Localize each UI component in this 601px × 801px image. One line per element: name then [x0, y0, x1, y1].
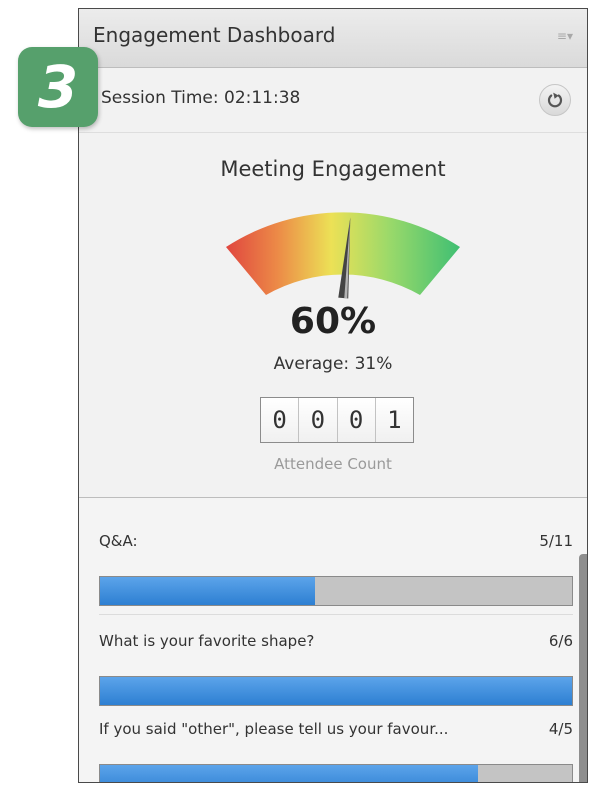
poll-list: Q&A: 5/11 What is your favorite shape? 6… — [79, 497, 587, 782]
session-time: Session Time: 02:11:38 — [101, 88, 301, 108]
counter-digit: 0 — [299, 398, 338, 442]
session-row: Session Time: 02:11:38 — [79, 68, 587, 133]
attendee-counter: 0 0 0 1 — [260, 397, 414, 443]
progress-bar — [99, 676, 573, 706]
menu-lines-icon[interactable]: ≡▾ — [557, 29, 573, 43]
panel-title: Engagement Dashboard — [93, 23, 336, 47]
meeting-engagement-title: Meeting Engagement — [220, 157, 446, 181]
engagement-percent: 60% — [289, 301, 377, 342]
refresh-button[interactable] — [539, 84, 571, 116]
item-name: What is your favorite shape? — [99, 632, 315, 650]
item-value: 6/6 — [548, 632, 573, 650]
step-number-badge: 3 — [18, 47, 98, 127]
counter-digit: 0 — [261, 398, 300, 442]
item-value: 4/5 — [548, 720, 573, 738]
scrollbar[interactable] — [579, 554, 587, 782]
refresh-icon — [547, 92, 563, 108]
attendee-count-label: Attendee Count — [274, 455, 392, 473]
counter-digit: 1 — [375, 398, 413, 442]
progress-fill — [100, 677, 572, 705]
divider — [99, 614, 573, 615]
progress-bar — [99, 764, 573, 782]
engagement-average: Average: 31% — [273, 354, 393, 374]
item-value: 5/11 — [539, 532, 573, 550]
counter-digit: 0 — [337, 398, 376, 442]
progress-fill — [100, 577, 315, 605]
engagement-dashboard-panel: Engagement Dashboard ≡▾ Session Time: 02… — [78, 8, 588, 783]
item-name: If you said "other", please tell us your… — [99, 720, 449, 738]
panel-header: Engagement Dashboard ≡▾ — [79, 9, 587, 68]
progress-bar — [99, 576, 573, 606]
progress-fill — [100, 765, 478, 782]
item-name: Q&A: — [99, 532, 138, 550]
